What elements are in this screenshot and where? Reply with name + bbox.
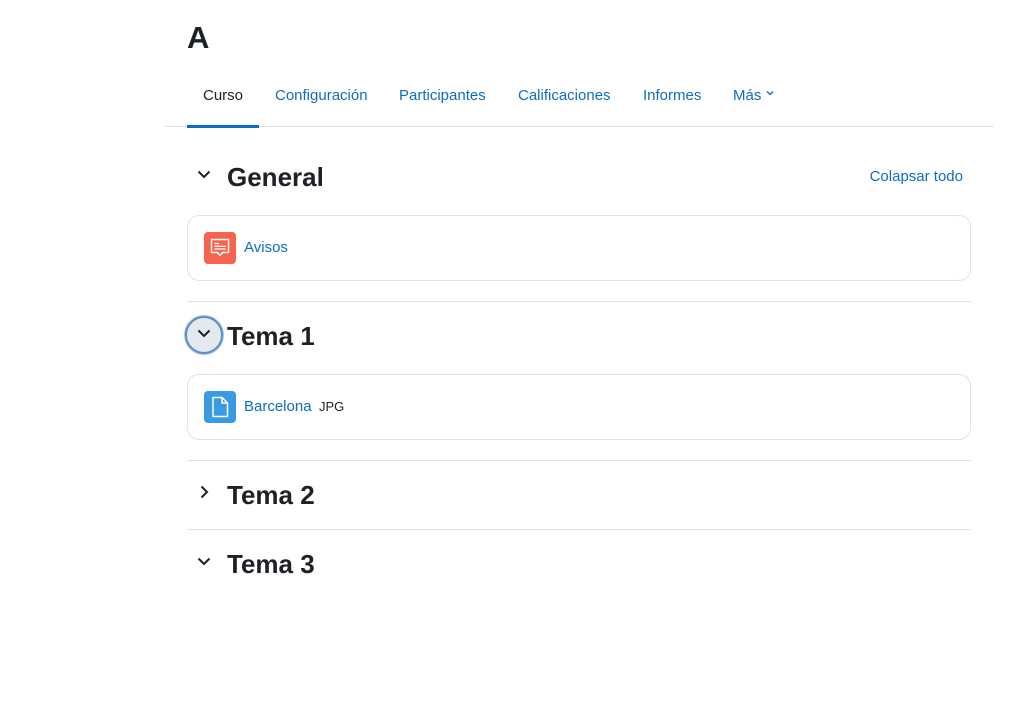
activity-resource: Barcelona JPG [187,374,971,440]
activity-link[interactable]: Avisos [244,216,288,280]
tab-label: Informes [643,87,702,104]
section-title: Tema 2 [227,480,315,510]
section-title: Tema 1 [227,321,315,351]
section-divider [187,301,971,302]
section-general-header: General Colapsar todo [187,157,971,197]
file-icon [204,391,236,423]
tab-participantes[interactable]: Participantes [399,70,486,127]
tab-calificaciones[interactable]: Calificaciones [518,70,611,127]
tab-label: Configuración [275,87,368,104]
section-divider [187,460,971,461]
tab-curso[interactable]: Curso [187,70,259,128]
forum-icon [204,232,236,264]
course-secondary-nav: Curso Configuración Participantes Califi… [164,70,994,128]
section-toggle-button[interactable] [185,544,223,582]
course-title: A [187,20,210,55]
tab-informes[interactable]: Informes [643,70,701,127]
tab-configuracion[interactable]: Configuración [275,70,368,127]
section-divider [187,529,971,530]
chevron-down-icon [196,166,212,187]
tab-label: Más [733,87,762,104]
tab-label: Curso [203,87,244,104]
activity-link[interactable]: Barcelona [244,375,312,439]
section-toggle-button[interactable] [185,157,223,195]
chevron-down-icon [196,553,212,574]
section-toggle-button[interactable] [185,316,223,354]
section-tema-3-header: Tema 3 [187,544,971,584]
tab-mas[interactable]: Más [733,70,775,127]
section-title: Tema 3 [227,549,315,579]
resource-type-label: JPG [319,399,345,414]
chevron-right-icon [196,484,212,505]
tab-label: Participantes [399,87,486,104]
collapse-all-link[interactable]: Colapsar todo [870,157,963,197]
activity-forum: Avisos [187,215,971,281]
tab-label: Calificaciones [518,87,611,104]
chevron-down-icon [196,325,212,346]
section-tema-1-header: Tema 1 [185,316,971,356]
chevron-down-icon [765,68,775,120]
section-toggle-button[interactable] [185,475,223,513]
section-tema-2-header: Tema 2 [187,475,971,515]
section-title: General [227,162,324,192]
